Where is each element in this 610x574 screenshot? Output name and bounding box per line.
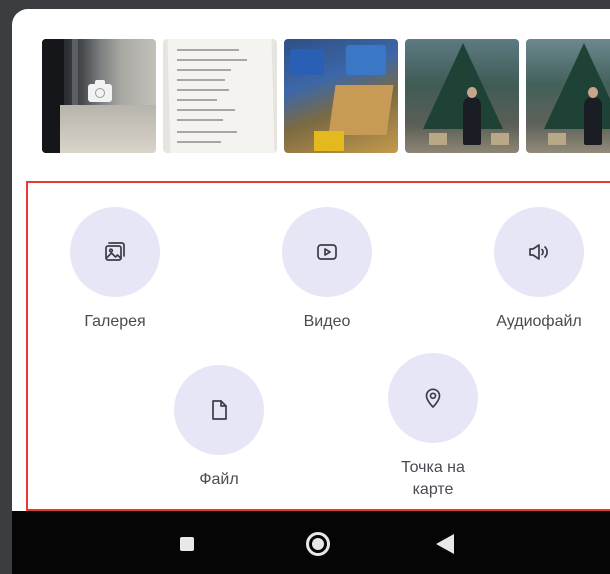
gallery-circle[interactable] [70,207,160,297]
attach-gallery-button[interactable]: Галерея [45,207,185,333]
gallery-icon [105,242,125,261]
media-thumbnails-strip[interactable] [42,39,610,155]
attach-options-panel: Галерея Видео Аудиофайл Файл Точка на ка… [26,181,610,511]
audio-circle[interactable] [494,207,584,297]
attach-location-button[interactable]: Точка на карте [363,353,503,501]
camera-icon [88,80,112,102]
back-icon[interactable] [436,534,454,554]
video-icon [317,244,337,260]
location-label: Точка на карте [401,459,465,498]
file-circle[interactable] [174,365,264,455]
attach-video-button[interactable]: Видео [257,207,397,333]
video-circle[interactable] [282,207,372,297]
recents-icon[interactable] [180,537,194,551]
photo-thumbnail-boxes[interactable] [284,39,398,153]
photo-thumbnail-christmas-tree-2[interactable] [526,39,610,153]
photo-thumbnail-document[interactable] [163,39,277,153]
attach-audio-button[interactable]: Аудиофайл [469,207,609,333]
file-label: Файл [199,471,239,488]
location-circle[interactable] [388,353,478,443]
file-icon [212,400,227,420]
system-navigation-bar [12,511,610,574]
location-pin-icon [425,388,441,408]
audio-label: Аудиофайл [496,313,582,330]
attach-file-button[interactable]: Файл [149,365,289,491]
home-icon[interactable] [306,532,330,556]
gallery-label: Галерея [84,313,146,330]
video-label: Видео [303,313,351,330]
camera-thumbnail[interactable] [42,39,156,153]
photo-thumbnail-christmas-tree[interactable] [405,39,519,153]
speaker-icon [529,244,548,260]
attachment-sheet: Галерея Видео Аудиофайл Файл Точка на ка… [12,9,610,574]
